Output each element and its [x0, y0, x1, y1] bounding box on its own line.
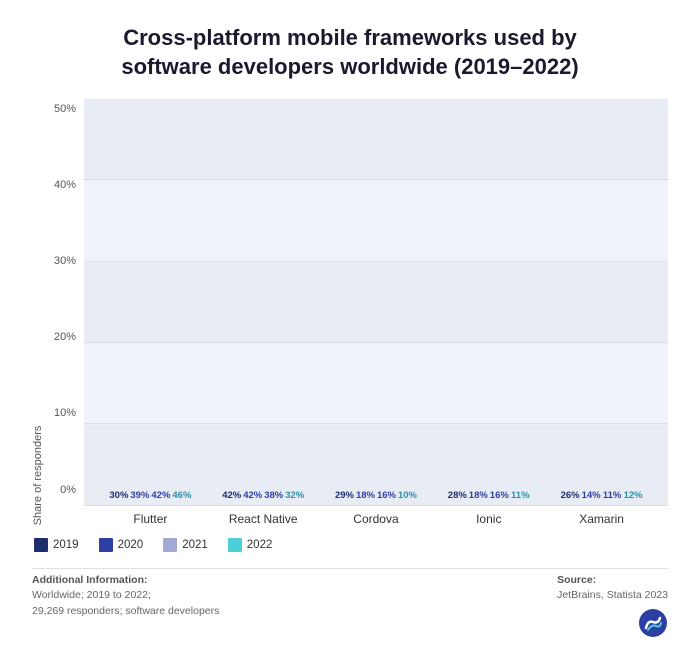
bar-groups: 30% 39% 42% — [84, 99, 668, 505]
x-label-ionic: Ionic — [446, 512, 531, 526]
x-label-xamarin: Xamarin — [559, 512, 644, 526]
legend-box-2021 — [163, 538, 177, 552]
legend-box-2020 — [99, 538, 113, 552]
legend-2022: 2022 — [228, 538, 273, 552]
x-axis-labels: Flutter React Native Cordova Ionic Xamar… — [84, 512, 668, 526]
legend-2019: 2019 — [34, 538, 79, 552]
footer-source-label: Source: — [557, 574, 596, 586]
legend-2021: 2021 — [163, 538, 208, 552]
footer-right: Source: JetBrains, Statista 2023 — [557, 573, 668, 605]
legend-label-2021: 2021 — [182, 539, 208, 551]
legend-box-2019 — [34, 538, 48, 552]
y-label-50: 50% — [54, 103, 76, 115]
y-label-10: 10% — [54, 407, 76, 419]
x-label-cordova: Cordova — [333, 512, 418, 526]
chart-title: Cross-platform mobile frameworks used by… — [32, 24, 668, 81]
chart-area: Share of responders 50% 40% 30% 20% 10% … — [32, 99, 668, 525]
footer-left: Additional Information: Worldwide; 2019 … — [32, 573, 219, 639]
statista-icon-area — [638, 604, 668, 638]
statista-logo-icon — [638, 608, 668, 638]
legend: 2019 2020 2021 2022 — [32, 538, 668, 552]
y-label-20: 20% — [54, 331, 76, 343]
y-axis: 50% 40% 30% 20% 10% 0% — [46, 99, 84, 525]
bars-area: 30% 39% 42% — [84, 99, 668, 505]
legend-label-2019: 2019 — [53, 539, 79, 551]
x-label-flutter: Flutter — [108, 512, 193, 526]
legend-box-2022 — [228, 538, 242, 552]
x-label-react-native: React Native — [221, 512, 306, 526]
y-label-30: 30% — [54, 255, 76, 267]
footer-source-text: JetBrains, Statista 2023 — [557, 589, 668, 601]
chart-container: Cross-platform mobile frameworks used by… — [0, 0, 700, 654]
y-label-0: 0% — [60, 484, 76, 496]
footer-additional-text: Worldwide; 2019 to 2022;29,269 responder… — [32, 589, 219, 617]
y-axis-title: Share of responders — [32, 426, 44, 526]
footer: Additional Information: Worldwide; 2019 … — [32, 568, 668, 639]
legend-label-2022: 2022 — [247, 539, 273, 551]
legend-label-2020: 2020 — [118, 539, 144, 551]
legend-2020: 2020 — [99, 538, 144, 552]
y-label-40: 40% — [54, 179, 76, 191]
footer-additional-label: Additional Information: — [32, 574, 148, 586]
